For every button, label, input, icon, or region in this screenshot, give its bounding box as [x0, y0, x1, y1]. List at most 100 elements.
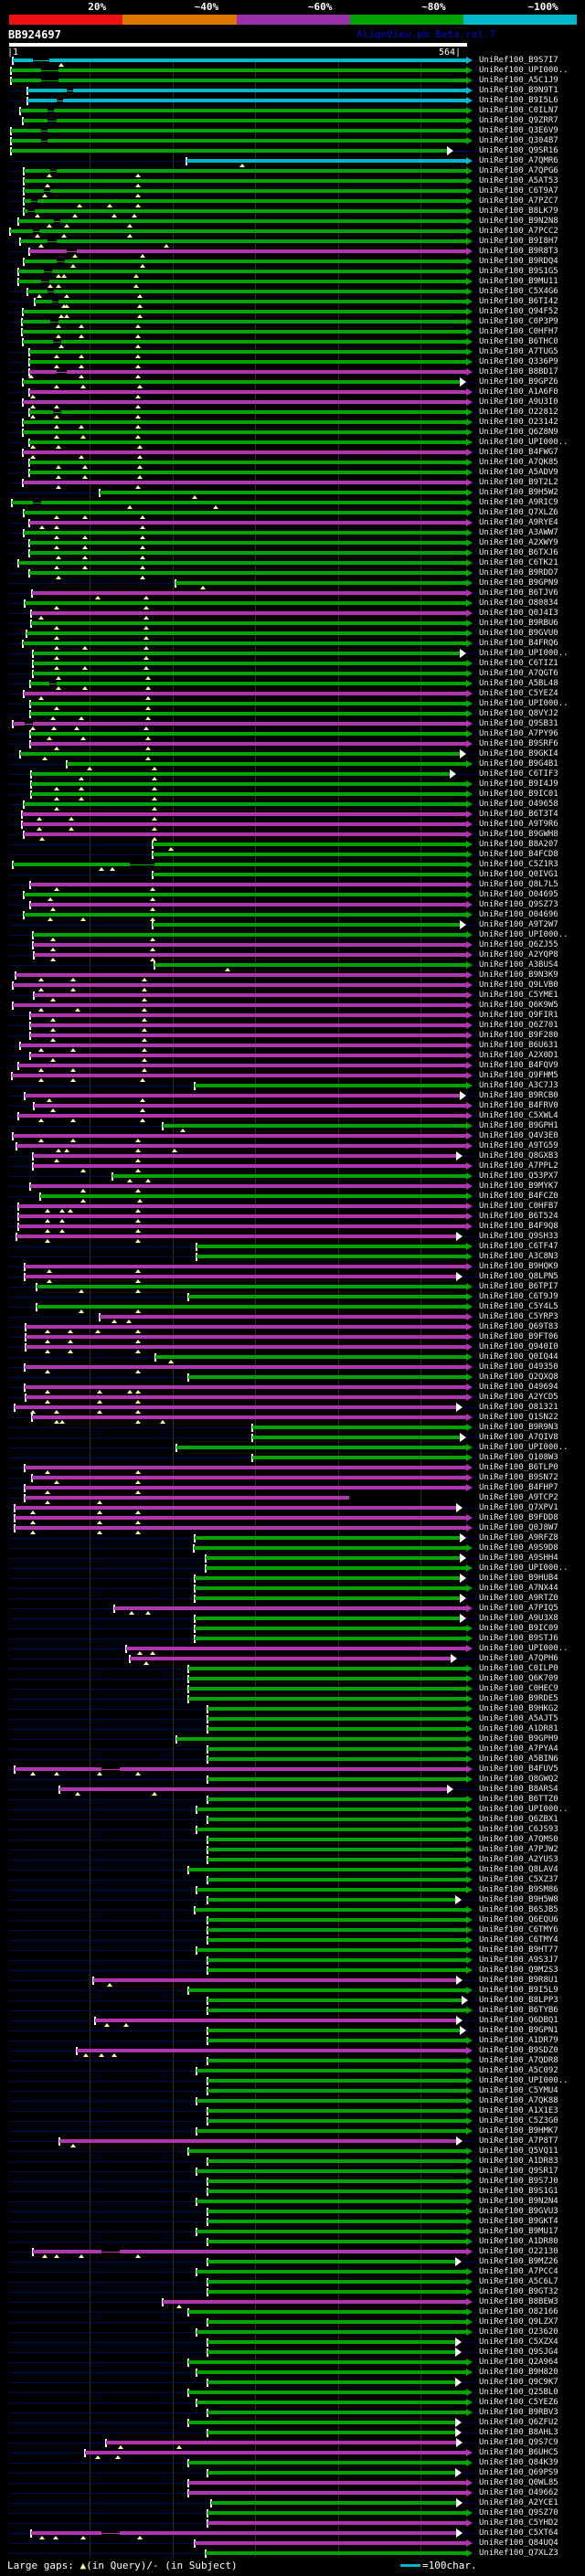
- subject-label[interactable]: UniRef100_B4FRV0: [479, 1101, 558, 1110]
- hsp-bar[interactable]: [30, 742, 466, 746]
- hsp-bar[interactable]: [195, 1637, 466, 1640]
- hsp-bar[interactable]: [207, 2109, 466, 2113]
- hsp-bar[interactable]: [188, 2310, 466, 2314]
- hsp-bar[interactable]: [105, 2441, 457, 2444]
- alignment-row[interactable]: UniRef100_B9H5W2: [0, 488, 585, 499]
- subject-label[interactable]: UniRef100_B9I5L9: [479, 1986, 558, 1995]
- alignment-row[interactable]: UniRef100_Q8L7L5: [0, 880, 585, 891]
- subject-label[interactable]: UniRef100_A1DR80: [479, 2237, 558, 2246]
- alignment-row[interactable]: UniRef100_A5C092: [0, 2066, 585, 2076]
- alignment-row[interactable]: UniRef100_B9SN72: [0, 1473, 585, 1484]
- subject-label[interactable]: UniRef100_O49662: [479, 2488, 558, 2497]
- alignment-row[interactable]: UniRef100_B8LPP3: [0, 1996, 585, 2008]
- hsp-bar[interactable]: [17, 270, 466, 273]
- hsp-bar[interactable]: [207, 2029, 460, 2032]
- alignment-row[interactable]: UniRef100_B9N2N8: [0, 217, 585, 228]
- hsp-bar[interactable]: [154, 1355, 466, 1359]
- alignment-row[interactable]: UniRef100_B9I5L6: [0, 96, 585, 106]
- hsp-bar[interactable]: [31, 591, 466, 595]
- alignment-row[interactable]: UniRef100_A9RFZ8: [0, 1533, 585, 1545]
- hsp-bar[interactable]: [17, 1114, 466, 1118]
- subject-label[interactable]: UniRef100_Q0WL85: [479, 2478, 558, 2487]
- hsp-bar[interactable]: [195, 1596, 460, 1600]
- hsp-bar[interactable]: [207, 1968, 466, 1972]
- hsp-bar[interactable]: [29, 471, 466, 474]
- alignment-row[interactable]: UniRef100_C6TF47: [0, 1242, 585, 1252]
- alignment-row[interactable]: UniRef100_O22130: [0, 2247, 585, 2258]
- hsp-bar[interactable]: [23, 310, 466, 313]
- hsp-bar[interactable]: [29, 410, 466, 414]
- alignment-row[interactable]: UniRef100_Q7XPV1: [0, 1503, 585, 1515]
- hsp-bar[interactable]: [153, 853, 466, 856]
- subject-label[interactable]: UniRef100_A5C092: [479, 2066, 558, 2075]
- subject-label[interactable]: UniRef100_A7PCC4: [479, 2267, 558, 2276]
- alignment-row[interactable]: UniRef100_UPI000..: [0, 1644, 585, 1655]
- alignment-row[interactable]: UniRef100_B9N2N4: [0, 2197, 585, 2207]
- alignment-row[interactable]: UniRef100_O81321: [0, 1403, 585, 1415]
- hsp-bar[interactable]: [32, 1154, 457, 1158]
- hsp-bar[interactable]: [11, 1074, 466, 1077]
- alignment-row[interactable]: UniRef100_A7PYA4: [0, 1744, 585, 1754]
- alignment-row[interactable]: UniRef100_B9RDE5: [0, 1694, 585, 1704]
- subject-label[interactable]: UniRef100_B9GVU3: [479, 2207, 558, 2216]
- hsp-bar[interactable]: [29, 390, 466, 394]
- alignment-row[interactable]: UniRef100_A7PIQ5: [0, 1604, 585, 1615]
- subject-label[interactable]: UniRef100_C6TF47: [479, 1242, 558, 1251]
- subject-label[interactable]: UniRef100_B9MYK7: [479, 1182, 558, 1191]
- subject-label[interactable]: UniRef100_A7QMR6: [479, 156, 558, 165]
- subject-label[interactable]: UniRef100_B8A207: [479, 840, 558, 849]
- subject-label[interactable]: UniRef100_A9RIC9: [479, 498, 558, 507]
- hsp-bar[interactable]: [207, 2159, 466, 2163]
- subject-label[interactable]: UniRef100_Q6DBQ1: [479, 2016, 558, 2025]
- hsp-bar[interactable]: [207, 1898, 455, 1902]
- subject-label[interactable]: UniRef100_B4FRQ6: [479, 639, 558, 648]
- hsp-bar[interactable]: [153, 843, 466, 846]
- alignment-row[interactable]: UniRef100_O04696: [0, 910, 585, 921]
- alignment-row[interactable]: UniRef100_O80834: [0, 599, 585, 610]
- alignment-row[interactable]: UniRef100_B8A207: [0, 840, 585, 851]
- alignment-row[interactable]: UniRef100_B4FUV5: [0, 1765, 585, 1776]
- alignment-row[interactable]: UniRef100_Q6EQU6: [0, 1915, 585, 1925]
- hsp-bar[interactable]: [76, 2049, 466, 2052]
- hsp-bar[interactable]: [30, 1184, 466, 1188]
- hsp-bar[interactable]: [207, 1848, 466, 1851]
- hsp-bar[interactable]: [207, 1777, 466, 1781]
- subject-label[interactable]: UniRef100_C0HEC9: [479, 1684, 558, 1693]
- subject-label[interactable]: UniRef100_UPI000..: [479, 930, 569, 939]
- hsp-bar[interactable]: [29, 350, 466, 354]
- subject-label[interactable]: UniRef100_B6T524: [479, 1212, 558, 1221]
- subject-label[interactable]: UniRef100_B9FDD8: [479, 1513, 558, 1522]
- hsp-bar[interactable]: [195, 1617, 460, 1620]
- hsp-bar[interactable]: [197, 2370, 466, 2374]
- alignment-row[interactable]: UniRef100_Q9S7C9: [0, 2438, 585, 2450]
- subject-label[interactable]: UniRef100_Q9SH33: [479, 1232, 558, 1241]
- alignment-row[interactable]: UniRef100_O49694: [0, 1383, 585, 1394]
- alignment-row[interactable]: UniRef100_B8LK79: [0, 207, 585, 217]
- subject-label[interactable]: UniRef100_C6T9J9: [479, 1292, 558, 1301]
- alignment-row[interactable]: UniRef100_A7NX44: [0, 1584, 585, 1594]
- hsp-bar[interactable]: [30, 903, 466, 906]
- alignment-row[interactable]: UniRef100_A7QGT6: [0, 669, 585, 680]
- hsp-bar[interactable]: [10, 129, 466, 133]
- alignment-row[interactable]: UniRef100_A7QK85: [0, 458, 585, 469]
- subject-label[interactable]: UniRef100_C5Z3G0: [479, 2116, 558, 2125]
- alignment-row[interactable]: UniRef100_A7QDR8: [0, 2056, 585, 2066]
- alignment-row[interactable]: UniRef100_Q9LVB0: [0, 981, 585, 991]
- hsp-bar[interactable]: [19, 239, 466, 243]
- subject-label[interactable]: UniRef100_B9RBV3: [479, 2408, 558, 2417]
- hsp-bar[interactable]: [23, 189, 466, 193]
- hsp-bar[interactable]: [31, 1415, 466, 1419]
- alignment-row[interactable]: UniRef100_C0ILN7: [0, 106, 585, 116]
- alignment-row[interactable]: UniRef100_A7QPG6: [0, 166, 585, 177]
- hsp-bar[interactable]: [25, 1395, 466, 1399]
- alignment-row[interactable]: UniRef100_B9HT77: [0, 1945, 585, 1956]
- alignment-row[interactable]: UniRef100_UPI000..: [0, 1805, 585, 1815]
- hsp-bar[interactable]: [93, 1978, 457, 1982]
- subject-label[interactable]: UniRef100_Q0J4I3: [479, 609, 558, 618]
- hsp-bar[interactable]: [24, 1486, 466, 1489]
- alignment-row[interactable]: UniRef100_B9SRF6: [0, 739, 585, 750]
- alignment-row[interactable]: UniRef100_B9GPH1: [0, 1121, 585, 1132]
- subject-label[interactable]: UniRef100_Q9SB31: [479, 719, 558, 728]
- alignment-row[interactable]: UniRef100_A3C8N3: [0, 1252, 585, 1262]
- hsp-bar[interactable]: [23, 179, 466, 183]
